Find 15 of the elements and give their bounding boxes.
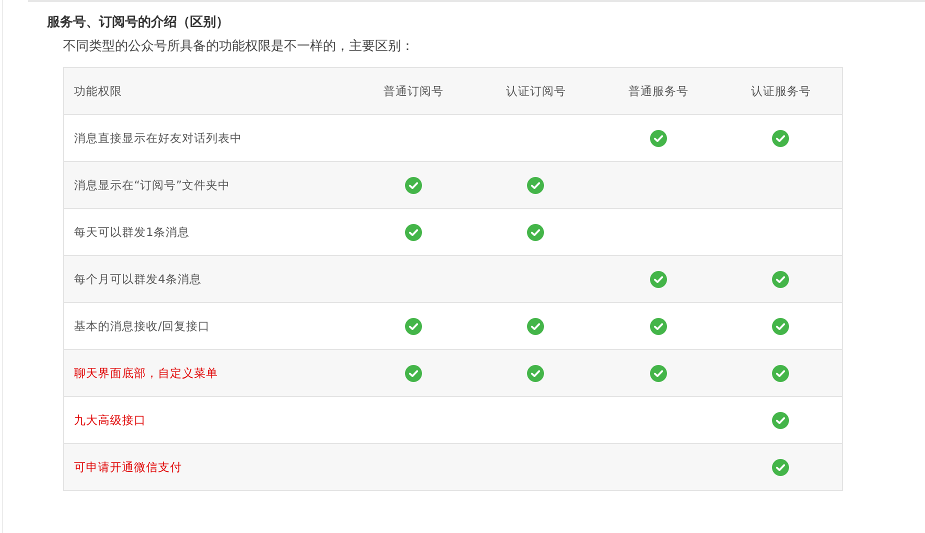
feature-label: 聊天界面底部，自定义菜单 (73, 366, 218, 380)
feature-label: 每个月可以群发4条消息 (73, 272, 202, 286)
intro-text: 不同类型的公众号所具备的功能权限是不一样的，主要区别： (63, 38, 415, 56)
section-title: 服务号、订阅号的介绍（区别） (47, 14, 230, 32)
column-header: 功能权限 (73, 84, 122, 98)
column-header: 认证服务号 (750, 84, 811, 98)
column-header: 普通服务号 (628, 84, 688, 98)
feature-label: 基本的消息接收/回复接口 (73, 318, 210, 334)
feature-label: 九大高级接口 (73, 412, 146, 428)
feature-label: 消息显示在“订阅号”文件夹中 (73, 178, 230, 192)
column-header: 普通订阅号 (383, 84, 444, 98)
feature-label: 消息直接显示在好友对话列表中 (73, 130, 242, 146)
column-header: 认证订阅号 (506, 84, 566, 98)
feature-label: 每天可以群发1条消息 (73, 224, 190, 240)
feature-label: 可申请开通微信支付 (73, 460, 182, 474)
